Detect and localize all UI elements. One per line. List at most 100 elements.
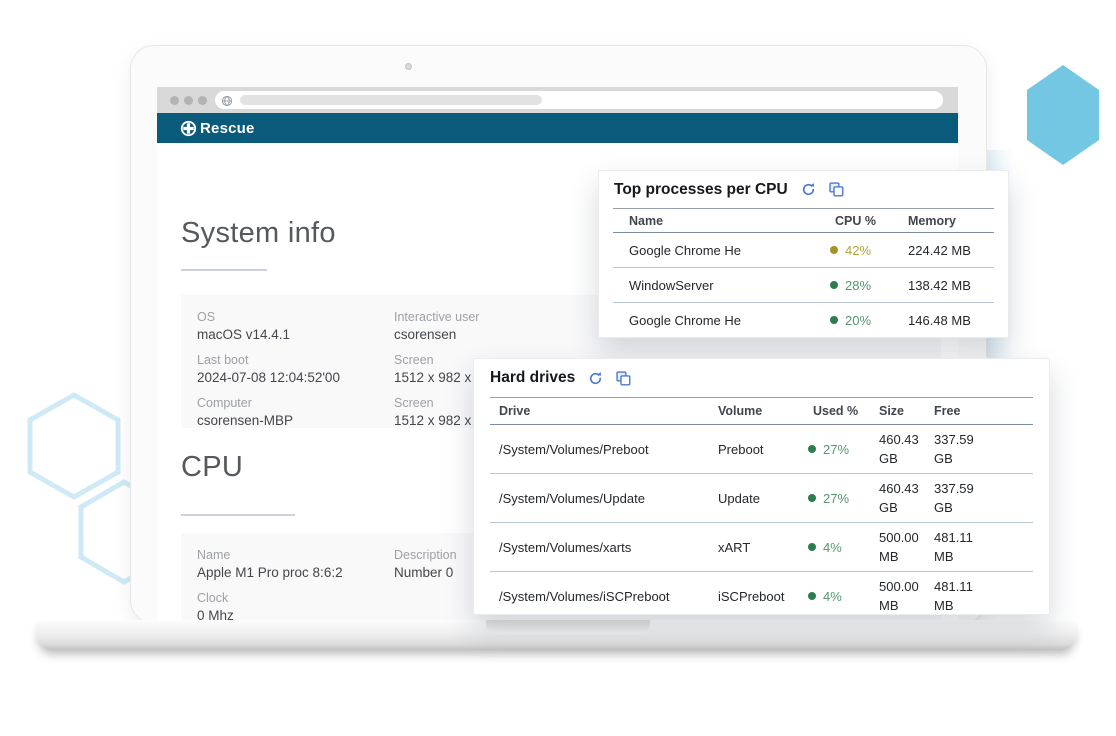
- laptop-base-notch: [486, 620, 650, 634]
- status-percent: 42%: [830, 243, 908, 258]
- status-percent: 4%: [808, 589, 879, 604]
- column-header: Volume: [718, 404, 808, 418]
- field-value: 2024-07-08 12:04:52'00: [197, 369, 394, 387]
- value-unit: MB: [934, 596, 1033, 615]
- section-divider: [181, 269, 267, 271]
- status-percent: 20%: [830, 313, 908, 328]
- value-unit: GB: [879, 449, 934, 468]
- field-value: macOS v14.4.1: [197, 326, 394, 344]
- memory-value: 224.42 MB: [908, 243, 994, 258]
- value-unit: GB: [879, 498, 934, 517]
- hexagon-outline-icon: [30, 395, 118, 497]
- globe-icon: [221, 94, 233, 112]
- status-percent: 28%: [830, 278, 908, 293]
- status-dot-icon: [808, 592, 816, 600]
- table-row: Google Chrome He 42% 224.42 MB: [613, 233, 994, 267]
- info-field: NameApple M1 Pro proc 8:6:2: [197, 546, 394, 582]
- field-label: Computer: [197, 394, 394, 412]
- window-control-dot[interactable]: [170, 96, 179, 105]
- value-unit: MB: [879, 547, 934, 566]
- field-label: Last boot: [197, 351, 394, 369]
- webcam-dot-icon: [405, 63, 412, 70]
- refresh-icon[interactable]: [801, 182, 816, 197]
- panel-header: Hard drives: [490, 359, 1033, 398]
- table-row: /System/Volumes/UpdateUpdate27%460.43GB3…: [490, 473, 1033, 522]
- value-number: 337.59: [934, 430, 1033, 449]
- table-row: Google Chrome He 20% 146.48 MB: [613, 302, 994, 337]
- info-field: Clock0 Mhz: [197, 589, 394, 622]
- status-percent: 4%: [808, 540, 879, 555]
- value-number: 481.11: [934, 528, 1033, 547]
- value-with-unit: 500.00MB: [879, 528, 934, 566]
- column-header: Used %: [808, 404, 879, 418]
- status-dot-icon: [830, 281, 838, 289]
- percent-value: 4%: [823, 540, 842, 555]
- volume-name: iSCPreboot: [718, 589, 808, 604]
- column-header: CPU %: [830, 214, 908, 228]
- copy-icon[interactable]: [829, 182, 844, 197]
- percent-value: 28%: [845, 278, 871, 293]
- hard-drives-panel: Hard drives DriveVolumeUsed %SizeFree /S…: [473, 358, 1050, 615]
- memory-value: 146.48 MB: [908, 313, 994, 328]
- window-control-dot[interactable]: [198, 96, 207, 105]
- field-value: csorensen-MBP: [197, 412, 394, 430]
- volume-name: xART: [718, 540, 808, 555]
- value-number: 337.59: [934, 479, 1033, 498]
- field-value: Apple M1 Pro proc 8:6:2: [197, 564, 394, 582]
- url-loading-bar: [240, 95, 542, 105]
- copy-icon[interactable]: [616, 371, 631, 386]
- volume-name: Update: [718, 491, 808, 506]
- status-dot-icon: [808, 494, 816, 502]
- section-title-system-info: System info: [181, 217, 336, 249]
- section-divider: [181, 514, 295, 516]
- value-with-unit: 337.59GB: [934, 430, 1033, 468]
- value-unit: GB: [934, 449, 1033, 468]
- percent-value: 27%: [823, 442, 849, 457]
- info-field: OSmacOS v14.4.1: [197, 308, 394, 344]
- status-dot-icon: [830, 316, 838, 324]
- table-row: WindowServer28%138.42 MB: [613, 267, 994, 302]
- url-bar[interactable]: [215, 91, 943, 109]
- value-with-unit: 337.59GB: [934, 479, 1033, 517]
- value-number: 500.00: [879, 577, 934, 596]
- section-title-cpu: CPU: [181, 451, 243, 483]
- process-name: Google Chrome He: [629, 313, 830, 328]
- table-row: /System/Volumes/iSCPrebootiSCPreboot4%50…: [490, 571, 1033, 615]
- table-header-row: NameCPU %Memory: [613, 209, 994, 233]
- field-label: OS: [197, 308, 394, 326]
- percent-value: 20%: [845, 313, 871, 328]
- value-with-unit: 481.11MB: [934, 528, 1033, 566]
- value-with-unit: 460.43GB: [879, 430, 934, 468]
- column-header: Free: [934, 404, 1033, 418]
- value-with-unit: 500.00MB: [879, 577, 934, 615]
- table-row: /System/Volumes/xartsxART 4% 500.00MB481.1…: [490, 522, 1033, 571]
- percent-value: 42%: [845, 243, 871, 258]
- brand-name: Rescue: [200, 120, 255, 137]
- drive-path: /System/Volumes/iSCPreboot: [499, 589, 718, 604]
- drive-path: /System/Volumes/Preboot: [499, 442, 718, 457]
- field-label: Clock: [197, 589, 394, 607]
- drive-path: /System/Volumes/xarts: [499, 540, 718, 555]
- column-header: Size: [879, 404, 934, 418]
- app-header: Rescue: [157, 113, 958, 143]
- top-processes-panel: Top processes per CPU NameCPU %Memory Go…: [598, 170, 1009, 338]
- status-dot-icon: [808, 445, 816, 453]
- process-name: Google Chrome He: [629, 243, 830, 258]
- panel-header: Top processes per CPU: [613, 171, 994, 209]
- table-header-row: DriveVolumeUsed %SizeFree: [490, 398, 1033, 425]
- percent-value: 27%: [823, 491, 849, 506]
- process-name: WindowServer: [629, 278, 830, 293]
- info-field: Computercsorensen-MBP: [197, 394, 394, 430]
- value-unit: MB: [934, 547, 1033, 566]
- status-dot-icon: [830, 246, 838, 254]
- table-row: /System/Volumes/PrebootPreboot 27% 460.43G…: [490, 425, 1033, 473]
- value-with-unit: 460.43GB: [879, 479, 934, 517]
- browser-chrome: [157, 87, 958, 113]
- volume-name: Preboot: [718, 442, 808, 457]
- value-with-unit: 481.11MB: [934, 577, 1033, 615]
- window-control-dot[interactable]: [184, 96, 193, 105]
- column-header: Name: [629, 214, 830, 228]
- value-number: 481.11: [934, 577, 1033, 596]
- refresh-icon[interactable]: [588, 371, 603, 386]
- value-unit: GB: [934, 498, 1033, 517]
